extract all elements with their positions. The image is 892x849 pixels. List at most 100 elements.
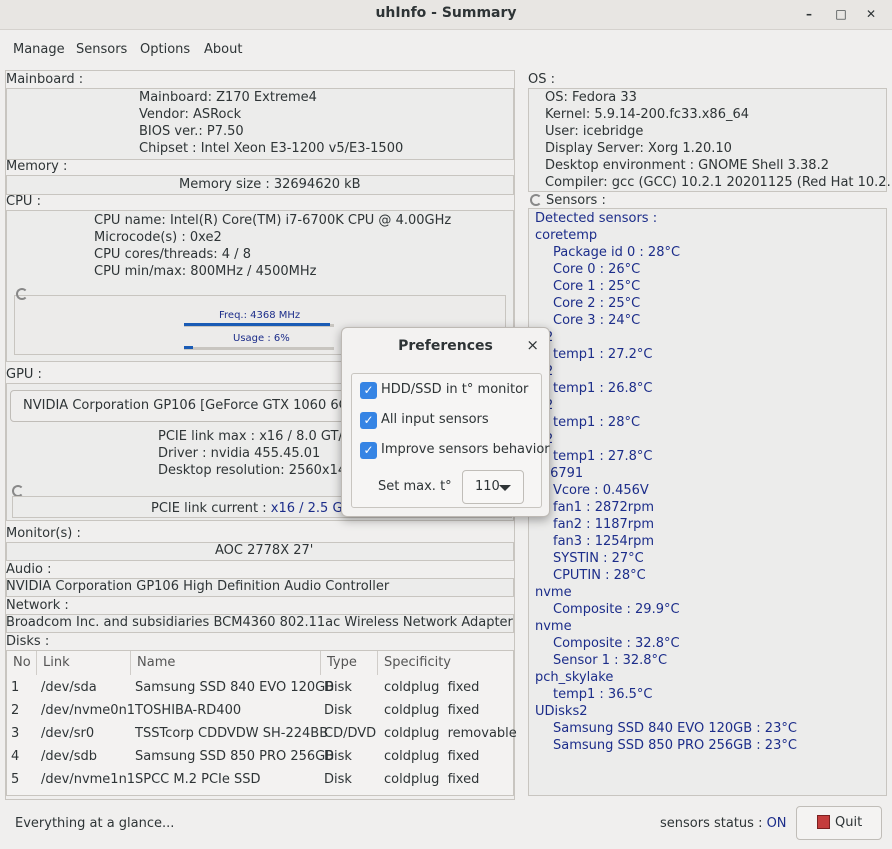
- os-name: OS: Fedora 33: [545, 90, 637, 105]
- col-header-no[interactable]: No: [7, 651, 37, 675]
- sensors-status: sensors status : ON: [660, 816, 787, 831]
- sensor-reading: Core 0 : 26°C: [553, 262, 641, 277]
- mainboard-vendor: Vendor: ASRock: [139, 107, 242, 122]
- exit-icon: [817, 815, 830, 829]
- menu-options[interactable]: Options: [140, 42, 190, 57]
- preferences-close-button[interactable]: ×: [526, 336, 539, 354]
- improve-sensors-checkbox[interactable]: ✓: [360, 442, 377, 459]
- cpu-microcode: Microcode(s) : 0xe2: [94, 230, 222, 245]
- cell-type: Disk: [324, 772, 352, 787]
- close-window-button[interactable]: ✕: [860, 4, 882, 24]
- gpu-resolution: Desktop resolution: 2560x1440: [158, 463, 363, 478]
- quit-label: Quit: [835, 815, 863, 830]
- cell-type: Disk: [324, 680, 352, 695]
- menu-about[interactable]: About: [204, 42, 242, 57]
- sensor-reading: fan1 : 2872rpm: [553, 500, 655, 515]
- cpu-usage-label: Usage : 6%: [233, 333, 290, 344]
- cell-name: TSSTcorp CDDVDW SH-224BB: [135, 726, 329, 741]
- menu-manage[interactable]: Manage: [13, 42, 65, 57]
- all-input-sensors-checkbox[interactable]: ✓: [360, 412, 377, 429]
- cell-name: Samsung SSD 840 EVO 120GB: [135, 680, 335, 695]
- sensors-header: Detected sensors :: [535, 211, 658, 226]
- cell-link: /dev/nvme0n1: [41, 703, 136, 718]
- hdd-monitor-label[interactable]: HDD/SSD in t° monitor: [381, 382, 528, 397]
- col-header-type[interactable]: Type: [321, 651, 378, 675]
- os-kernel: Kernel: 5.9.14-200.fc33.x86_64: [545, 107, 750, 122]
- os-compiler: Compiler: gcc (GCC) 10.2.1 20201125 (Red…: [545, 175, 892, 190]
- cpu-minmax: CPU min/max: 800MHz / 4500MHz: [94, 264, 317, 279]
- gpu-pcie-current-label: PCIE link current :: [151, 501, 271, 516]
- cell-specificity: coldplug fixed: [384, 749, 480, 764]
- memory-size: Memory size : 32694620 kB: [179, 177, 361, 192]
- sensor-group: pch_skylake: [535, 670, 614, 685]
- quit-button[interactable]: Quit: [796, 806, 882, 840]
- sensor-reading: Composite : 32.8°C: [553, 636, 680, 651]
- col-header-specificity[interactable]: Specificity: [378, 651, 514, 675]
- cell-no: 1: [11, 680, 20, 695]
- cpu-usage-track: [184, 347, 334, 350]
- sensor-group: UDisks2: [535, 704, 588, 719]
- menu-sensors[interactable]: Sensors: [76, 42, 127, 57]
- cell-specificity: coldplug removable: [384, 726, 517, 741]
- sensor-reading: Core 1 : 25°C: [553, 279, 641, 294]
- cell-specificity: coldplug fixed: [384, 703, 480, 718]
- sensor-group: nvme: [535, 585, 572, 600]
- cell-link: /dev/sr0: [41, 726, 95, 741]
- table-row[interactable]: 2 /dev/nvme0n1 TOSHIBA-RD400 Disk coldpl…: [7, 700, 513, 723]
- window-title: uhInfo - Summary: [375, 5, 517, 21]
- menu-bar: Manage Sensors Options About: [0, 38, 892, 62]
- disks-table: No Link Name Type Specificity 1 /dev/sda…: [6, 650, 517, 796]
- all-input-sensors-label[interactable]: All input sensors: [381, 412, 489, 427]
- sensors-status-value: ON: [766, 816, 787, 831]
- sensor-reading: temp1 : 36.5°C: [553, 687, 653, 702]
- monitor-value: AOC 2778X 27': [215, 543, 314, 558]
- sensor-reading: Vcore : 0.456V: [553, 483, 649, 498]
- hdd-monitor-checkbox[interactable]: ✓: [360, 382, 377, 399]
- cell-link: /dev/nvme1n1: [41, 772, 136, 787]
- max-temp-select[interactable]: 110: [462, 470, 524, 504]
- mainboard-label: Mainboard :: [6, 72, 84, 87]
- mainboard-chipset: Chipset : Intel Xeon E3-1200 v5/E3-1500: [139, 141, 404, 156]
- preferences-title: Preferences: [398, 338, 493, 354]
- minimize-button[interactable]: –: [798, 4, 820, 24]
- cpu-refresh-icon[interactable]: [16, 288, 28, 300]
- sensor-reading: Samsung SSD 840 EVO 120GB : 23°C: [553, 721, 797, 736]
- table-row[interactable]: 1 /dev/sda Samsung SSD 840 EVO 120GB Dis…: [7, 677, 513, 700]
- os-label: OS :: [528, 72, 555, 87]
- max-temp-value: 110: [475, 479, 500, 494]
- sensor-reading: temp1 : 27.8°C: [553, 449, 653, 464]
- col-header-link[interactable]: Link: [37, 651, 131, 675]
- network-label: Network :: [6, 598, 69, 613]
- cell-link: /dev/sdb: [41, 749, 97, 764]
- cell-name: TOSHIBA-RD400: [135, 703, 242, 718]
- sensor-reading: temp1 : 27.2°C: [553, 347, 653, 362]
- disks-label: Disks :: [6, 634, 50, 649]
- sensor-reading: Package id 0 : 28°C: [553, 245, 681, 260]
- sensor-reading: fan2 : 1187rpm: [553, 517, 655, 532]
- audio-value: NVIDIA Corporation GP106 High Definition…: [6, 579, 390, 594]
- gpu-pcie-current: PCIE link current : x16 / 2.5 GT/s: [151, 501, 361, 516]
- improve-sensors-label[interactable]: Improve sensors behavior: [381, 442, 550, 457]
- cell-no: 5: [11, 772, 20, 787]
- table-row[interactable]: 4 /dev/sdb Samsung SSD 850 PRO 256GB Dis…: [7, 746, 513, 769]
- sensor-reading: fan3 : 1254rpm: [553, 534, 655, 549]
- sensor-group: coretemp: [535, 228, 598, 243]
- sensor-reading: Core 3 : 24°C: [553, 313, 641, 328]
- cell-specificity: coldplug fixed: [384, 680, 480, 695]
- maximize-button[interactable]: □: [830, 4, 852, 24]
- monitors-label: Monitor(s) :: [6, 526, 81, 541]
- col-header-name[interactable]: Name: [131, 651, 321, 675]
- cell-type: Disk: [324, 703, 352, 718]
- os-desktop-env: Desktop environment : GNOME Shell 3.38.2: [545, 158, 829, 173]
- sensors-refresh-icon[interactable]: [530, 194, 542, 206]
- cell-no: 3: [11, 726, 20, 741]
- memory-label: Memory :: [6, 159, 68, 174]
- cell-type: CD/DVD: [324, 726, 377, 741]
- gpu-label: GPU :: [6, 367, 42, 382]
- table-row[interactable]: 5 /dev/nvme1n1 SPCC M.2 PCIe SSD Disk co…: [7, 769, 513, 792]
- status-bar: Everything at a glance... sensors status…: [0, 800, 892, 849]
- cpu-cores: CPU cores/threads: 4 / 8: [94, 247, 251, 262]
- cell-name: SPCC M.2 PCIe SSD: [135, 772, 261, 787]
- sensor-reading: Core 2 : 25°C: [553, 296, 641, 311]
- table-row[interactable]: 3 /dev/sr0 TSSTcorp CDDVDW SH-224BB CD/D…: [7, 723, 517, 746]
